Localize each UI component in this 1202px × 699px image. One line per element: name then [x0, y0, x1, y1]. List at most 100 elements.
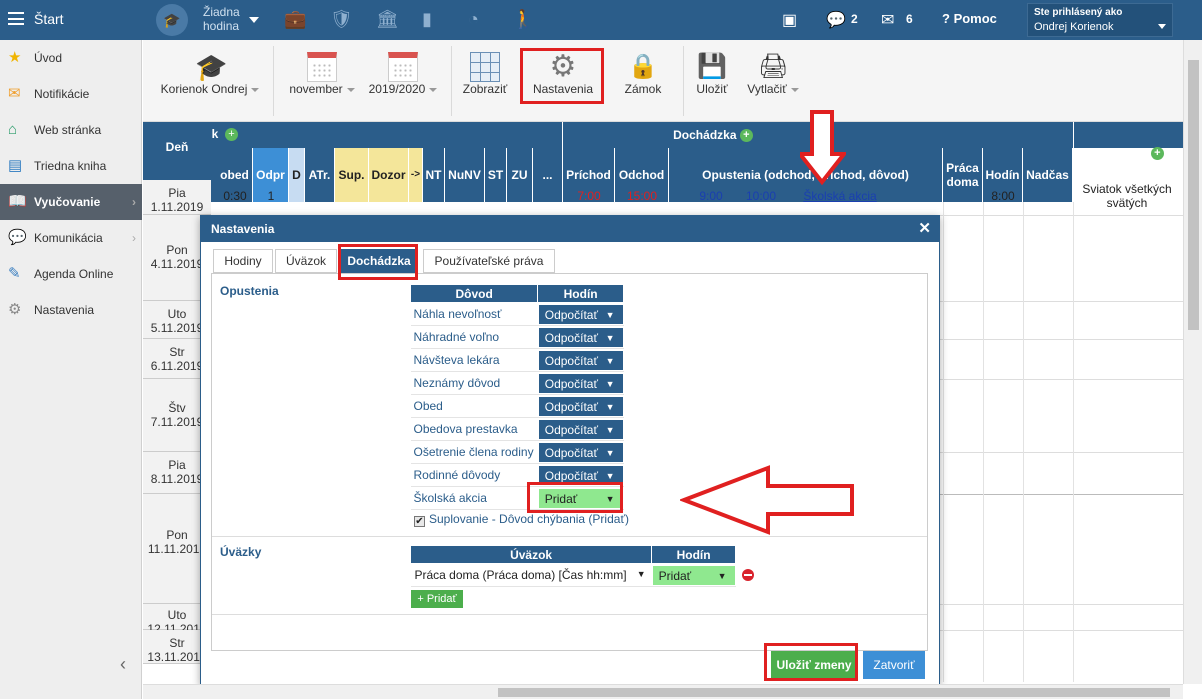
- chevron-down-icon: ▼: [636, 569, 646, 579]
- user-menu[interactable]: Ste prihlásený ako Ondrej Korienok: [1027, 3, 1173, 37]
- sidebar-item-web[interactable]: ⌂ Web stránka: [0, 112, 142, 148]
- table-row: Ošetrenie člena rodiny Odpočítať ▼: [410, 440, 624, 464]
- hours-select[interactable]: Odpočítať ▼: [537, 349, 624, 371]
- chevron-down-icon: [346, 87, 355, 92]
- cell-leave-out[interactable]: 9:00: [691, 189, 731, 203]
- divider: [1023, 202, 1024, 682]
- floppy-icon: 💾: [697, 53, 727, 80]
- sidebar-item-notifikacie[interactable]: ✉ Notifikácie: [0, 76, 142, 112]
- hours-select[interactable]: Odpočítať ▼: [537, 441, 624, 463]
- cell-obed[interactable]: 0:30: [217, 189, 253, 203]
- cell-note[interactable]: Sviatok všetkých svätých: [1075, 182, 1179, 210]
- cell-arrival[interactable]: 7:00: [563, 189, 615, 203]
- workloads-table: Úväzok Hodín Práca doma (Práca doma) [Ča…: [409, 545, 736, 587]
- help-link[interactable]: ? Pomoc: [942, 11, 997, 26]
- col-workload-hours: Hodín: [651, 545, 736, 564]
- add-icon[interactable]: +: [739, 129, 753, 143]
- show-label: Zobraziť: [462, 82, 508, 96]
- briefcase-icon[interactable]: 💼: [284, 9, 306, 30]
- workload-hours-select[interactable]: Pridať ▼: [651, 564, 736, 586]
- highlight-save: [764, 643, 858, 681]
- hours-select[interactable]: Odpočítať ▼: [537, 303, 624, 325]
- lesson-selector[interactable]: Žiadna hodina: [203, 5, 240, 33]
- workload-hours-value: Pridať: [658, 568, 692, 583]
- print-button[interactable]: 🖨 Vytlačiť: [741, 40, 805, 122]
- hours-select[interactable]: Odpočítať ▼: [537, 326, 624, 348]
- col-reason: Dôvod: [409, 284, 539, 303]
- add-workload-button[interactable]: + Pridať: [411, 590, 463, 608]
- scrollbar-thumb[interactable]: [1188, 60, 1199, 330]
- cell-departure[interactable]: 15:00: [615, 189, 669, 203]
- month-selector[interactable]: november: [283, 40, 361, 122]
- hours-select-value: Odpočítať: [544, 399, 598, 414]
- col-d: D: [289, 148, 305, 202]
- settings-dialog: Nastavenia ✕ Hodiny Úväzok Dochádzka Pou…: [200, 215, 940, 685]
- substitution-label: Suplovanie - Dôvod chýbania (Pridať): [429, 512, 629, 526]
- workload-select[interactable]: Práca doma (Práca doma) [Čas hh:mm] ▼: [410, 563, 652, 587]
- bank-icon[interactable]: 🏛: [376, 9, 399, 30]
- cell-leave-reason[interactable]: Školská akcia: [795, 189, 885, 203]
- section-absences: Opustenia: [220, 284, 279, 298]
- show-button[interactable]: Zobraziť: [458, 40, 512, 122]
- add-icon[interactable]: +: [225, 128, 238, 141]
- top-bar: Štart 🎓 Žiadna hodina 💼 🛡 🏛 ▮ ◔ 🚶 ▣ 💬 2 …: [0, 0, 1202, 40]
- close-icon[interactable]: ✕: [918, 216, 931, 242]
- sidebar-item-nastavenia[interactable]: ⚙ Nastavenia: [0, 292, 142, 328]
- col-home-work: Práca doma: [943, 148, 983, 202]
- cell-hours[interactable]: 8:00: [983, 189, 1023, 203]
- sidebar-item-label: Nastavenia: [34, 303, 95, 317]
- sidebar-item-label: Komunikácia: [34, 231, 103, 245]
- chevron-down-icon: [251, 87, 260, 92]
- hiking-icon[interactable]: 🚶: [512, 9, 534, 30]
- highlight-select: [527, 482, 623, 513]
- horizontal-scrollbar[interactable]: [143, 684, 1183, 699]
- tab-uvazok[interactable]: Úväzok: [275, 249, 337, 273]
- mail-icon[interactable]: ✉: [881, 10, 894, 30]
- sidebar-item-komunikacia[interactable]: 💬 Komunikácia ›: [0, 220, 142, 256]
- col-st: ST: [485, 148, 507, 202]
- chevron-right-icon: ›: [132, 231, 136, 245]
- sidebar-item-uvod[interactable]: ★ Úvod: [0, 40, 142, 76]
- hours-select[interactable]: Odpočítať ▼: [537, 395, 624, 417]
- tab-pouzivatelske-prava[interactable]: Používateľské práva: [423, 249, 555, 273]
- shield-icon[interactable]: 🛡: [330, 9, 353, 30]
- menu-icon[interactable]: [8, 12, 24, 25]
- remove-icon-bar: [744, 574, 752, 576]
- lock-button[interactable]: 🔒 Zámok: [613, 40, 673, 122]
- envelope-icon: ✉: [8, 85, 21, 102]
- chevron-down-icon[interactable]: [249, 17, 259, 23]
- close-button[interactable]: Zatvoriť: [863, 651, 925, 679]
- toolbar: 🎓 Korienok Ondrej november 2019/2020 Zob…: [143, 40, 1183, 122]
- collapse-icon[interactable]: ‹: [120, 654, 126, 675]
- dashboard-icon[interactable]: ◔: [468, 9, 479, 30]
- add-icon[interactable]: +: [1150, 147, 1164, 161]
- hours-select[interactable]: Odpočítať ▼: [537, 418, 624, 440]
- cell-leave-in[interactable]: 10:00: [741, 189, 781, 203]
- teacher-selector[interactable]: 🎓 Korienok Ondrej: [155, 40, 265, 122]
- scrollbar-thumb[interactable]: [498, 688, 1170, 697]
- remove-icon[interactable]: [742, 569, 754, 581]
- user-name: Ondrej Korienok: [1034, 21, 1114, 33]
- table-row: Práca doma (Práca doma) [Čas hh:mm] ▼ Pri…: [410, 563, 736, 587]
- col-more: ...: [533, 148, 563, 202]
- vertical-scrollbar[interactable]: [1183, 40, 1202, 684]
- divider: [1073, 122, 1074, 202]
- bar-chart-icon[interactable]: ▮: [422, 9, 432, 30]
- sidebar-item-vyucovanie[interactable]: 📖 Vyučovanie ›: [0, 184, 142, 220]
- sidebar-item-agenda[interactable]: ✎ Agenda Online: [0, 256, 142, 292]
- substitution-checkbox-row[interactable]: ✔ Suplovanie - Dôvod chýbania (Pridať): [414, 512, 629, 527]
- book-icon: ▤: [8, 157, 23, 174]
- save-button[interactable]: 💾 Uložiť: [688, 40, 736, 122]
- sidebar-item-triedna-kniha[interactable]: ▤ Triedna kniha: [0, 148, 142, 184]
- year-selector[interactable]: 2019/2020: [363, 40, 443, 122]
- tab-hodiny[interactable]: Hodiny: [213, 249, 273, 273]
- table-row: Náhradné voľno Odpočítať ▼: [410, 325, 624, 349]
- cell-odpr[interactable]: 1: [253, 189, 289, 203]
- chat-icon[interactable]: 💬: [826, 10, 846, 30]
- hours-select[interactable]: Odpočítať ▼: [537, 372, 624, 394]
- screen-icon[interactable]: ▣: [782, 10, 797, 30]
- graduation-cap-icon[interactable]: 🎓: [156, 4, 188, 36]
- col-k: k: [211, 127, 219, 141]
- start-link[interactable]: Štart: [34, 11, 64, 27]
- checkbox-checked[interactable]: ✔: [414, 516, 425, 527]
